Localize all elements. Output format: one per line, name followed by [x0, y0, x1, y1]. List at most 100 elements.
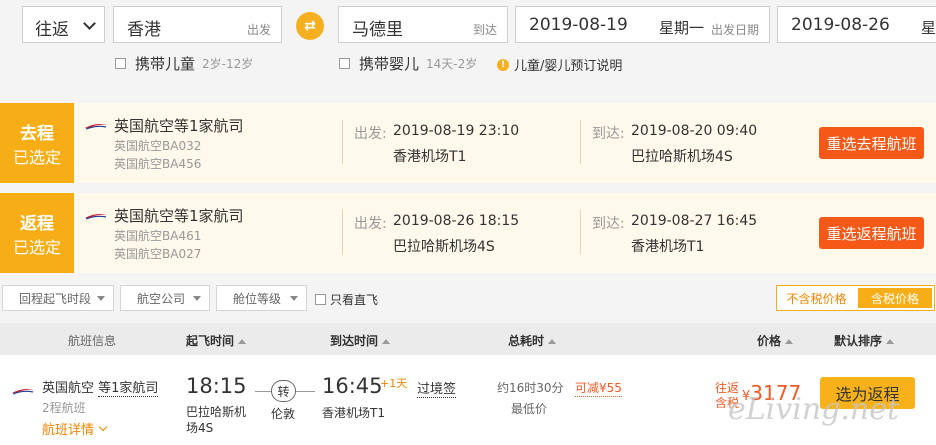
divider [342, 210, 343, 254]
flight-depart-time: 18:15 [186, 374, 247, 398]
departure-period-label: 回程起飞时段 [19, 291, 92, 306]
child-label: 携带儿童 [135, 55, 196, 73]
tax-excluded-option[interactable]: 不含税价格 [777, 286, 856, 310]
british-airways-logo-icon [85, 214, 107, 220]
sort-price[interactable]: 价格 [757, 332, 794, 349]
sort-arrow-icon [886, 339, 895, 344]
sort-arrow-icon [548, 339, 557, 344]
chevron-down-icon [98, 422, 108, 432]
leg-badge-title: 返程 [20, 214, 54, 234]
leg-badge: 返程 已选定 [0, 193, 74, 273]
flight-airline-more[interactable]: 等1家航司 [98, 381, 159, 397]
watermark: eLiving.net [728, 392, 900, 427]
results-header: 航班信息 起飞时间 到达时间 总耗时 价格 默认排序 [0, 323, 936, 355]
tax-toggle: 不含税价格 含税价格 [776, 285, 935, 311]
child-age: 2岁-12岁 [202, 57, 254, 71]
depart-date-value: 2019-08-19 [529, 15, 628, 35]
flight-arrive-place: 香港机场T1 [322, 406, 385, 420]
sort-duration-label: 总耗时 [508, 334, 545, 348]
sort-arrow-icon [238, 339, 247, 344]
leg-badge: 去程 已选定 [0, 103, 74, 183]
flight-depart-place: 巴拉哈斯机场4S [186, 405, 247, 435]
transfer-city: 伦敦 [271, 407, 296, 421]
lowest-price-tag: 最低价 [511, 402, 548, 416]
transfer-badge[interactable]: 转 [271, 380, 296, 402]
infant-option[interactable]: 携带婴儿 14天-2岁 [339, 53, 477, 74]
arrive-label: 到达: [592, 126, 625, 142]
dropdown-arrow-icon [290, 296, 298, 301]
arrive-time: 2019-08-27 16:45 [631, 213, 758, 229]
child-checkbox[interactable] [115, 58, 126, 69]
depart-place: 巴拉哈斯机场4S [393, 239, 495, 255]
child-option[interactable]: 携带儿童 2岁-12岁 [115, 53, 253, 74]
chevron-down-icon [83, 17, 96, 30]
depart-place: 香港机场T1 [393, 149, 467, 165]
leg-badge-title: 去程 [20, 124, 54, 144]
from-city-hint: 出发 [246, 23, 271, 37]
depart-weekday: 星期一 [659, 19, 705, 37]
leg-flight-number: 英国航空BA456 [114, 157, 202, 171]
tax-included-option[interactable]: 含税价格 [858, 288, 932, 308]
info-icon: ! [497, 58, 509, 71]
sort-arrow-icon [785, 339, 794, 344]
british-airways-logo-icon [12, 389, 34, 395]
cabin-filter-label: 舱位等级 [233, 291, 282, 306]
swap-cities-button[interactable]: ⇄ [289, 10, 331, 42]
to-city-value: 马德里 [352, 20, 403, 40]
airline-dropdown[interactable]: 航空公司 [120, 285, 210, 311]
swap-icon: ⇄ [296, 12, 324, 40]
sort-depart-label: 起飞时间 [186, 334, 235, 348]
discount-link[interactable]: 可减¥55 [575, 379, 622, 397]
arrive-time: 2019-08-20 09:40 [631, 123, 758, 139]
flight-details-link[interactable]: 航班详情 [42, 419, 108, 438]
filter-bar: 回程起飞时段 航空公司 舱位等级 只看直飞 不含税价格 含税价格 [0, 285, 936, 313]
direct-only-checkbox[interactable] [315, 294, 326, 305]
divider [342, 120, 343, 164]
arrive-place: 香港机场T1 [631, 239, 705, 255]
depart-label: 出发: [354, 126, 387, 142]
reselect-return-button[interactable]: 重选返程航班 [819, 217, 924, 249]
leg-flight-number: 英国航空BA032 [114, 139, 202, 153]
to-city-input[interactable]: 马德里 到达 [338, 6, 508, 43]
dropdown-arrow-icon [97, 296, 105, 301]
flight-details-label: 航班详情 [42, 423, 95, 438]
leg-airline: 英国航空等1家航司 [114, 117, 244, 135]
sort-depart-time[interactable]: 起飞时间 [186, 332, 247, 349]
sort-default[interactable]: 默认排序 [834, 332, 895, 349]
booking-note-link[interactable]: ! 儿童/婴儿预订说明 [497, 55, 622, 74]
british-airways-logo-icon [85, 124, 107, 130]
booking-note-text: 儿童/婴儿预订说明 [514, 59, 623, 74]
from-city-input[interactable]: 香港 出发 [113, 6, 282, 43]
return-weekday: 星 [921, 19, 936, 37]
leg-flight-number: 英国航空BA027 [114, 247, 202, 261]
depart-label: 出发: [354, 216, 387, 232]
arrive-label: 到达: [592, 216, 625, 232]
return-date-input[interactable]: 2019-08-26 星 [777, 6, 936, 43]
flight-duration: 约16时30分 [497, 381, 564, 395]
sort-duration[interactable]: 总耗时 [508, 332, 557, 349]
from-city-value: 香港 [127, 20, 161, 40]
infant-label: 携带婴儿 [359, 55, 420, 73]
leg-flight-number: 英国航空BA461 [114, 229, 202, 243]
depart-time: 2019-08-26 18:15 [393, 213, 520, 229]
infant-checkbox[interactable] [339, 58, 350, 69]
transit-visa-link[interactable]: 过境签 [417, 378, 457, 398]
direct-only-label: 只看直飞 [330, 293, 379, 307]
sort-price-label: 价格 [757, 334, 782, 348]
cabin-dropdown[interactable]: 舱位等级 [216, 285, 307, 311]
return-date-value: 2019-08-26 [791, 15, 890, 35]
arrive-place: 巴拉哈斯机场4S [631, 149, 733, 165]
selected-return-leg: 返程 已选定 英国航空等1家航司 英国航空BA461 英国航空BA027 出发:… [0, 193, 936, 273]
departure-period-dropdown[interactable]: 回程起飞时段 [2, 285, 114, 311]
sort-arrive-time[interactable]: 到达时间 [330, 332, 391, 349]
depart-date-input[interactable]: 2019-08-19 星期一 出发日期 [515, 6, 770, 43]
trip-type-value: 往返 [35, 20, 69, 40]
arrive-next-day: +1天 [380, 377, 408, 390]
to-city-hint: 到达 [472, 23, 497, 37]
depart-date-hint: 出发日期 [710, 23, 759, 37]
leg-airline: 英国航空等1家航司 [114, 207, 244, 225]
direct-only-option[interactable]: 只看直飞 [315, 291, 378, 308]
trip-type-select[interactable]: 往返 [22, 6, 105, 43]
airline-filter-label: 航空公司 [137, 291, 186, 306]
reselect-outbound-button[interactable]: 重选去程航班 [819, 127, 924, 159]
